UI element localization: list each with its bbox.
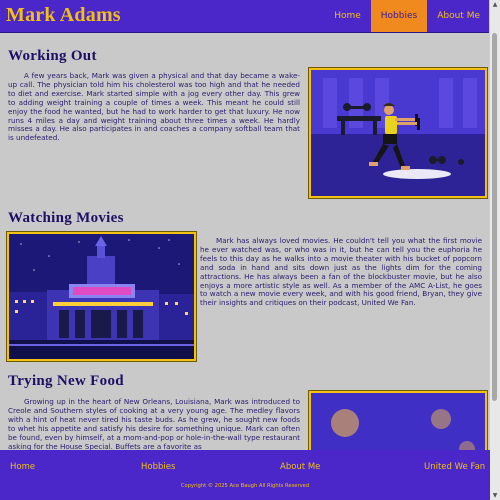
scroll-down-arrow-icon[interactable]: ▼ [491,491,499,500]
nav-home[interactable]: Home [324,0,371,32]
main-nav: Home Hobbies About Me [324,0,490,32]
section-heading-watching-movies: Watching Movies [8,210,124,226]
section-text-watching-movies: Mark has always loved movies. He couldn'… [200,236,482,308]
site-title[interactable]: Mark Adams [6,4,121,27]
section-text-trying-new-food: Growing up in the heart of New Orleans, … [8,397,300,451]
section-text-working-out: A few years back, Mark was given a physi… [8,71,300,143]
footer: Home Hobbies About Me United We Fan Copy… [0,450,490,500]
footer-link-hobbies[interactable]: Hobbies [141,462,175,472]
nav-about-me[interactable]: About Me [427,0,490,32]
footer-link-united-we-fan[interactable]: United We Fan [424,462,485,472]
workout-image [308,67,488,199]
section-heading-trying-new-food: Trying New Food [8,373,124,389]
top-nav-bar: Mark Adams Home Hobbies About Me [0,0,490,33]
scroll-up-arrow-icon[interactable]: ▲ [491,0,499,9]
footer-link-home[interactable]: Home [10,462,35,472]
footer-link-about-me[interactable]: About Me [280,462,320,472]
page-scrollbar[interactable]: ▲ ▼ [489,0,500,500]
copyright-text: Copyright © 2025 Ace Baugh All Rights Re… [180,483,310,489]
nav-hobbies[interactable]: Hobbies [370,0,428,32]
scrollbar-thumb[interactable] [492,33,497,401]
section-heading-working-out: Working Out [8,48,97,64]
movie-theater-image [6,231,197,362]
